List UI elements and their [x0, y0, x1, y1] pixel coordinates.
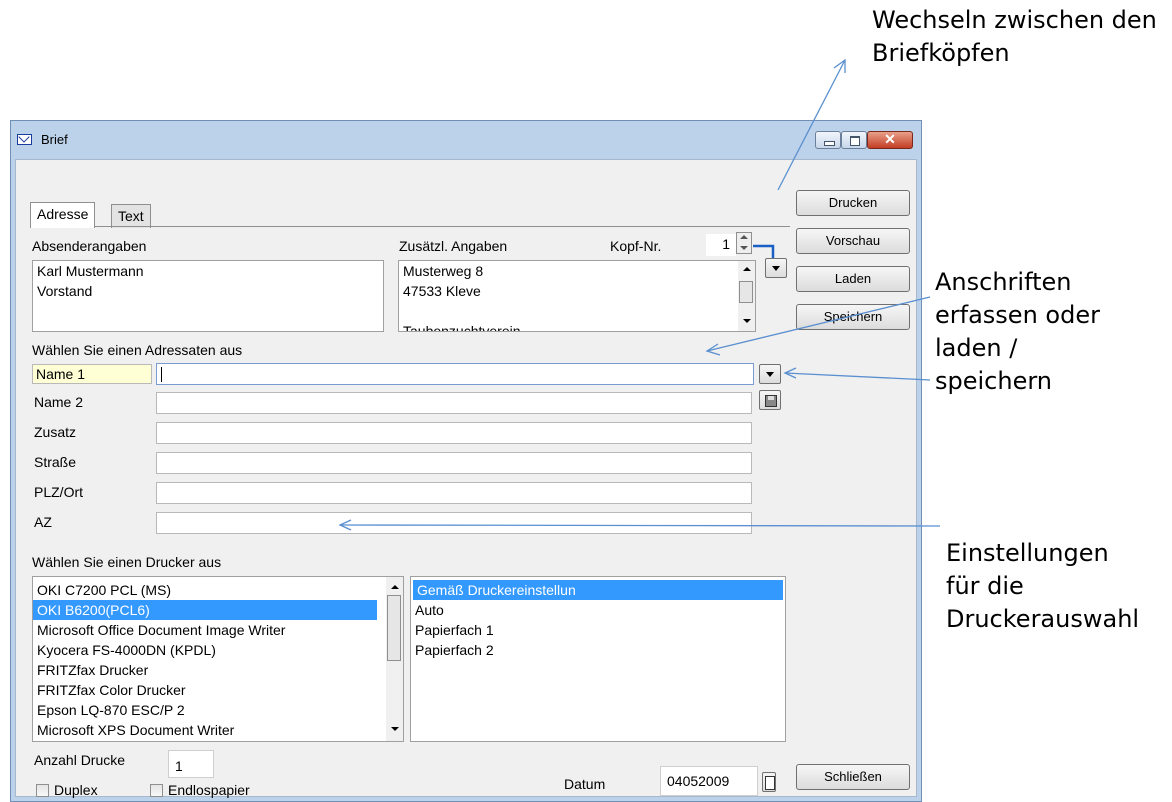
- tab-adresse[interactable]: Adresse: [30, 202, 96, 228]
- arrow-address-input: [706, 296, 931, 352]
- annotation-arrows: [338, 58, 941, 531]
- arrow-printer: [339, 524, 941, 527]
- arrow-letterhead: [777, 59, 846, 191]
- arrow-save-button: [784, 372, 931, 381]
